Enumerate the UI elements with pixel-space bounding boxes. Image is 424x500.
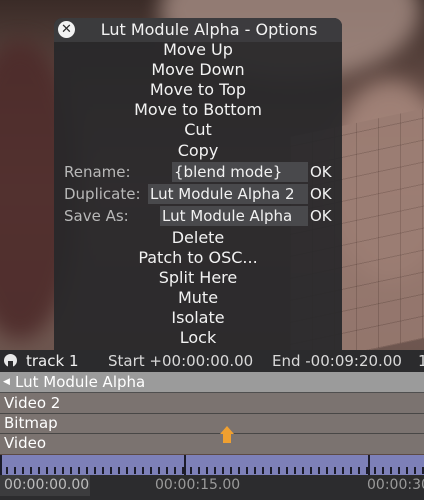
save-as-ok-button[interactable]: OK [310, 206, 332, 226]
duplicate-field[interactable]: Lut Module Alpha 2 [148, 184, 308, 204]
menu-item-move-to-bottom[interactable]: Move to Bottom [54, 100, 342, 120]
menu-item-lock[interactable]: Lock [54, 328, 342, 348]
duplicate-ok-button[interactable]: OK [310, 184, 332, 204]
duplicate-row: Duplicate: Lut Module Alpha 2 OK [64, 184, 342, 204]
layer-item[interactable]: ◀ Lut Module Alpha [0, 372, 424, 393]
save-as-field[interactable]: Lut Module Alpha [160, 206, 308, 226]
menu-item-move-down[interactable]: Move Down [54, 60, 342, 80]
menu-title-bar: ✕ Lut Module Alpha - Options [54, 18, 342, 42]
track-end-time: End -00:09:20.00 [272, 352, 402, 370]
timecode-label: 00:00:30 [367, 477, 424, 493]
layer-name: Lut Module Alpha [15, 373, 146, 391]
rename-ok-button[interactable]: OK [310, 162, 332, 182]
globe-icon[interactable] [4, 354, 17, 367]
left-arrow-icon[interactable]: ◀ [3, 372, 10, 392]
track-info-tail: 1 [418, 352, 424, 370]
menu-item-delete[interactable]: Delete [54, 228, 342, 248]
track-name[interactable]: track 1 [26, 350, 79, 372]
track-start-time: Start +00:00:00.00 [108, 352, 254, 370]
timeline-timecodes: 00:00:00.00 00:00:15.00 00:00:30 [0, 475, 424, 500]
menu-item-isolate[interactable]: Isolate [54, 308, 342, 328]
current-time[interactable]: 00:00:00.00 [0, 475, 90, 496]
up-arrow-icon[interactable] [220, 426, 234, 444]
marker-stem [223, 434, 231, 443]
ruler-major-tick [184, 455, 186, 475]
timecode-label: 00:00:15.00 [155, 477, 241, 493]
options-menu: ✕ Lut Module Alpha - Options Move Up Mov… [54, 18, 342, 350]
layer-list: ◀ Lut Module Alpha Video 2 Bitmap Video [0, 372, 424, 454]
save-as-label: Save As: [64, 207, 129, 225]
menu-title: Lut Module Alpha - Options [100, 20, 318, 39]
close-icon[interactable]: ✕ [58, 21, 75, 38]
track-info-bar: track 1 Start +00:00:00.00 End -00:09:20… [0, 350, 424, 372]
marker-head [220, 426, 234, 434]
duplicate-label: Duplicate: [64, 185, 141, 203]
menu-item-copy[interactable]: Copy [54, 141, 342, 161]
timeline-ruler[interactable] [0, 455, 424, 475]
rename-label: Rename: [64, 163, 131, 181]
layer-name: Video 2 [4, 394, 61, 412]
rename-field[interactable]: {blend mode} [172, 162, 308, 182]
menu-item-patch-to-osc[interactable]: Patch to OSC... [54, 248, 342, 268]
menu-item-move-to-top[interactable]: Move to Top [54, 80, 342, 100]
layer-item[interactable]: Bitmap [0, 413, 424, 434]
ruler-major-tick [368, 455, 370, 475]
layer-item[interactable]: Video [0, 433, 424, 453]
menu-item-mute[interactable]: Mute [54, 288, 342, 308]
layer-name: Video [4, 434, 47, 452]
rename-row: Rename: {blend mode} OK [64, 162, 342, 182]
save-as-row: Save As: Lut Module Alpha OK [64, 206, 342, 226]
ruler-major-tick [0, 455, 2, 475]
layer-item[interactable]: Video 2 [0, 393, 424, 414]
layer-name: Bitmap [4, 414, 58, 432]
menu-item-cut[interactable]: Cut [54, 120, 342, 140]
menu-item-move-up[interactable]: Move Up [54, 40, 342, 60]
menu-item-split-here[interactable]: Split Here [54, 268, 342, 288]
